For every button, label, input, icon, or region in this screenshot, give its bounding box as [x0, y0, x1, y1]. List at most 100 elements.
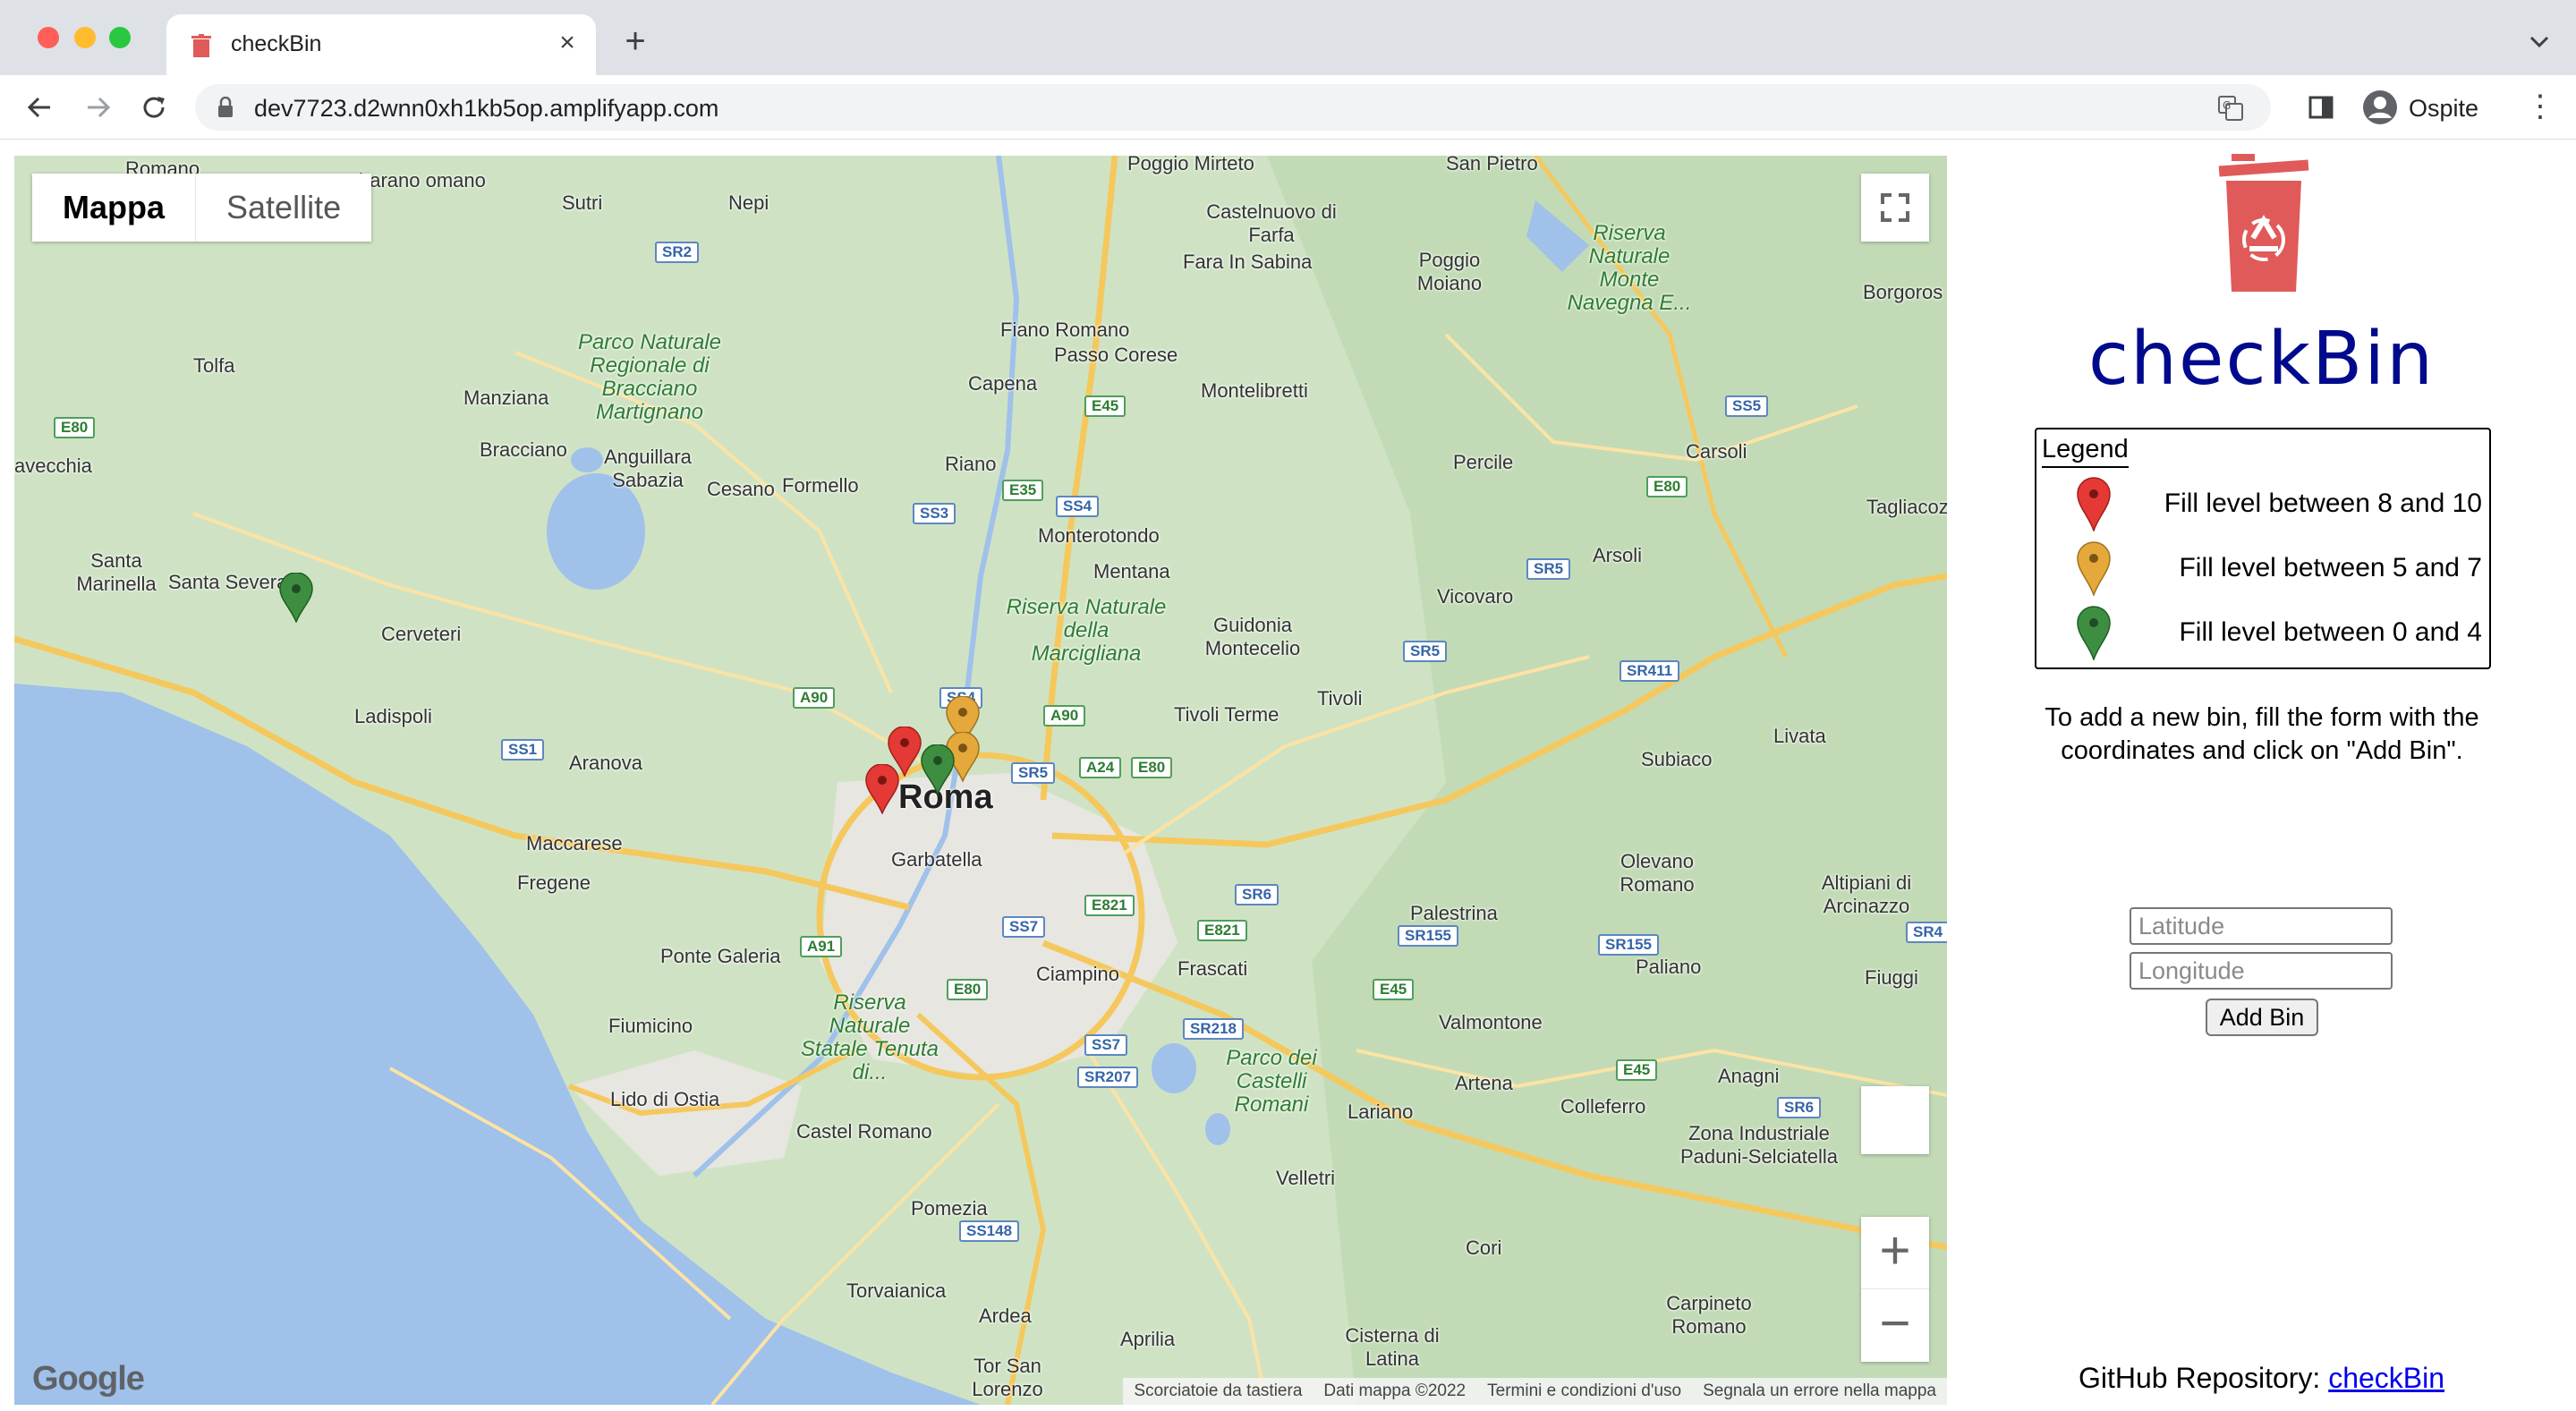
place-label: Tivoli [1317, 687, 1363, 710]
road-shield: SR155 [1598, 934, 1659, 956]
place-label: Montelibretti [1201, 379, 1308, 402]
github-label: GitHub Repository: [2078, 1362, 2321, 1394]
tab-close-icon[interactable]: × [551, 27, 583, 59]
keyboard-shortcuts-link[interactable]: Scorciatoie da tastiera [1123, 1378, 1313, 1405]
google-map[interactable]: Romano barano omano Sutri Nepi Poggio Mi… [14, 156, 1947, 1405]
place-label: Borgoros [1863, 281, 1943, 303]
url-text[interactable]: dev7723.d2wnn0xh1kb5op.amplifyapp.com [254, 95, 718, 123]
place-label: Riano [945, 453, 997, 475]
road-shield: SS3 [913, 503, 956, 524]
road-shield: SR411 [1620, 660, 1680, 682]
place-label: Ladispoli [354, 705, 432, 727]
place-label: Aprilia [1120, 1328, 1176, 1350]
road-shield: SR207 [1077, 1067, 1138, 1088]
github-link[interactable]: checkBin [2328, 1362, 2444, 1394]
address-bar[interactable]: dev7723.d2wnn0xh1kb5op.amplifyapp.com G [195, 84, 2271, 131]
place-label: Tivoli Terme [1174, 703, 1279, 726]
legend-row: Fill level between 5 and 7 [2036, 540, 2489, 596]
add-bin-button[interactable]: Add Bin [2206, 999, 2318, 1036]
map-attribution: Scorciatoie da tastiera Dati mappa ©2022… [1123, 1378, 1947, 1405]
window-close-button[interactable] [38, 27, 59, 48]
place-label: Poggio Moiano [1416, 249, 1483, 294]
tab-strip: checkBin × + [0, 0, 2576, 75]
road-shield: SR155 [1398, 925, 1458, 947]
place-label: Pomezia [911, 1197, 988, 1220]
latitude-input[interactable] [2130, 907, 2393, 945]
road-shield: SR5 [1403, 641, 1448, 662]
place-label: Monterotondo [1038, 524, 1160, 547]
place-label: Velletri [1276, 1167, 1336, 1189]
bin-marker-red[interactable] [864, 764, 900, 814]
google-logo[interactable]: Google [32, 1360, 145, 1398]
park-label: Riserva Naturale Monte Navegna E... [1567, 221, 1692, 315]
place-label: Bracciano [480, 438, 567, 461]
browser-tab[interactable]: checkBin × [166, 14, 596, 75]
terms-link[interactable]: Termini e condizioni d'uso [1476, 1378, 1692, 1405]
tab-title: checkBin [231, 31, 322, 56]
place-label: Sutri [562, 191, 603, 214]
road-shield: SR4 [1906, 922, 1947, 943]
park-label: Parco dei Castelli Romani [1226, 1046, 1317, 1117]
park-label: Parco Naturale Regionale di Bracciano Ma… [577, 330, 722, 424]
legend-label: Fill level between 8 and 10 [2164, 489, 2482, 518]
zoom-out-button[interactable]: − [1861, 1289, 1929, 1362]
longitude-input[interactable] [2130, 952, 2393, 990]
road-shield: E821 [1084, 895, 1135, 916]
map-type-control: Mappa Satellite [32, 174, 372, 242]
place-label: Castel Romano [796, 1120, 932, 1143]
place-label: Manziana [463, 387, 549, 409]
legend-label: Fill level between 5 and 7 [2179, 553, 2482, 582]
bin-marker-green[interactable] [920, 744, 956, 795]
road-shield: A24 [1079, 757, 1122, 778]
street-view-button[interactable] [1861, 1086, 1929, 1154]
road-shield: SS7 [1084, 1034, 1128, 1056]
app-title: checkBin [2087, 317, 2436, 402]
back-arrow-icon[interactable] [20, 88, 59, 127]
place-label: Ponte Galeria [660, 945, 781, 967]
report-error-link[interactable]: Segnala un errore nella mappa [1692, 1378, 1947, 1405]
red-pin-icon [2077, 477, 2111, 531]
road-shield: SS148 [959, 1220, 1020, 1242]
browser-menu-icon[interactable]: ⋮ [2525, 91, 2555, 123]
place-label: Vicovaro [1437, 585, 1514, 608]
lock-icon[interactable] [217, 97, 234, 118]
place-label: Anguillara Sabazia [604, 446, 692, 491]
place-label: Poggio Mirteto [1127, 156, 1254, 174]
place-label: Mentana [1093, 560, 1170, 582]
forward-arrow-icon[interactable] [79, 88, 118, 127]
window-minimize-button[interactable] [74, 27, 96, 48]
instructions-text: To add a new bin, fill the form with the… [2045, 703, 2479, 765]
place-label: Tor San Lorenzo [972, 1355, 1043, 1400]
tab-search-chevron-icon[interactable] [2524, 27, 2555, 57]
translate-icon[interactable]: G [2217, 95, 2244, 122]
map-type-satellite-button[interactable]: Satellite [196, 174, 371, 242]
svg-text:G: G [2223, 99, 2231, 112]
reload-icon[interactable] [134, 88, 174, 127]
road-shield: E80 [1646, 476, 1688, 497]
place-label: Aranova [569, 752, 642, 774]
zoom-in-button[interactable]: + [1861, 1217, 1929, 1289]
map-type-map-button[interactable]: Mappa [32, 174, 197, 242]
orange-pin-icon [2077, 541, 2111, 596]
side-panel: checkBin Legend Fill level between 8 and… [1947, 140, 2576, 1411]
place-label: Valmontone [1439, 1011, 1543, 1033]
fullscreen-button[interactable] [1861, 174, 1929, 242]
side-panel-icon[interactable] [2307, 93, 2335, 122]
browser-toolbar: dev7723.d2wnn0xh1kb5op.amplifyapp.com G … [0, 75, 2576, 140]
place-label: Cori [1466, 1237, 1502, 1259]
legend-title: Legend [2042, 435, 2129, 468]
place-label: Arsoli [1593, 544, 1643, 566]
bin-marker-green[interactable] [278, 573, 314, 623]
road-shield: SS7 [1002, 916, 1046, 938]
window-maximize-button[interactable] [109, 27, 131, 48]
legend-row: Fill level between 0 and 4 [2036, 605, 2489, 660]
profile-button[interactable]: Ospite [2355, 84, 2507, 131]
place-label: Subiaco [1641, 748, 1713, 770]
place-label: Altipiani di Arcinazzo [1821, 871, 1912, 917]
place-label: Passo Corese [1054, 344, 1178, 366]
new-tab-button[interactable]: + [616, 23, 655, 63]
place-label: Fara In Sabina [1183, 251, 1313, 273]
place-label: Cesano [707, 478, 775, 500]
road-shield: SR5 [1011, 762, 1056, 784]
road-shield: E45 [1084, 395, 1126, 417]
